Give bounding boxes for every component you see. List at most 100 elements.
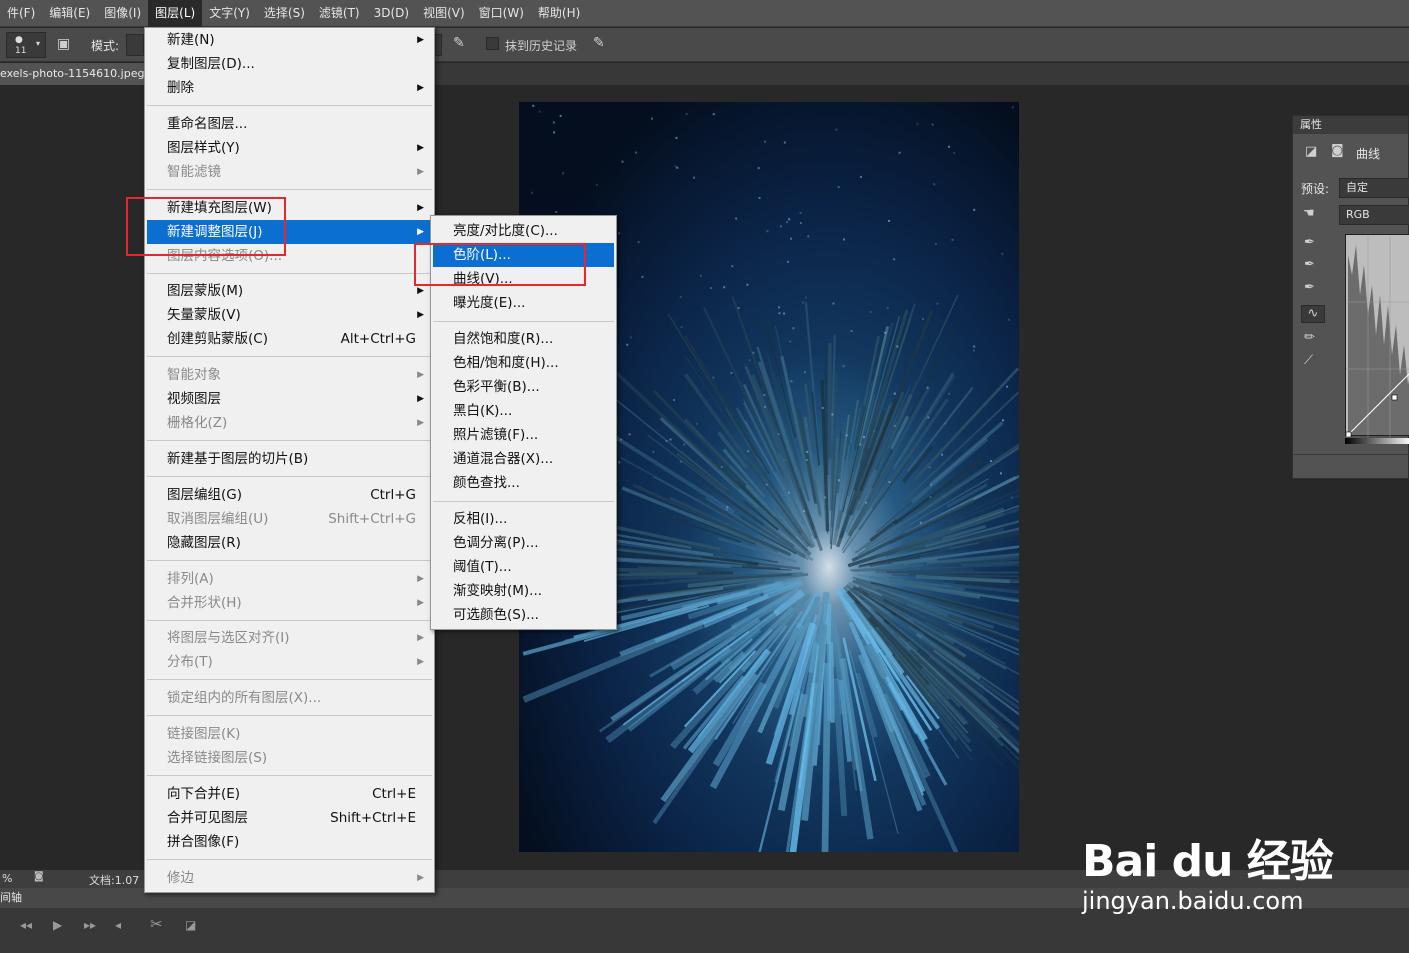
adjust-menu-item-7[interactable]: 色彩平衡(B)...	[433, 375, 614, 399]
image-speck	[931, 123, 934, 126]
menu-item-0[interactable]: 件(F)	[0, 0, 42, 27]
zoom-level[interactable]: %	[2, 872, 12, 885]
image-speck	[845, 434, 848, 437]
menu-item-8[interactable]: 视图(V)	[416, 0, 472, 27]
adjust-menu-item-10[interactable]: 通道混合器(X)...	[433, 447, 614, 471]
layer-menu-item-1[interactable]: 复制图层(D)...	[147, 52, 432, 76]
image-speck	[842, 238, 845, 241]
eyedropper-gray-icon[interactable]: ✒	[1304, 257, 1315, 272]
adjust-menu-item-17[interactable]: 可选颜色(S)...	[433, 603, 614, 627]
image-speck	[898, 151, 901, 154]
curves-graph[interactable]	[1345, 234, 1409, 438]
layer-menu-item-label: 取消图层编组(U)	[167, 510, 269, 527]
brush-preset-picker[interactable]: ● 11 ▾	[6, 32, 46, 58]
menu-item-2[interactable]: 图像(I)	[97, 0, 148, 27]
layer-menu-item-14[interactable]: 创建剪贴蒙版(C) Alt+Ctrl+G	[147, 327, 432, 351]
menu-separator	[147, 272, 432, 274]
mode-select[interactable]	[126, 34, 144, 56]
image-speck	[779, 225, 782, 228]
layer-menu-item-label: 排列(A)	[167, 570, 214, 587]
image-speck	[665, 439, 668, 442]
layer-menu-item-20[interactable]: 新建基于图层的切片(B)	[147, 447, 432, 471]
smooth-curve-icon[interactable]: ⟋	[1304, 353, 1313, 368]
layer-menu-item-27: 合并形状(H) ▶	[147, 591, 432, 615]
image-speck	[720, 465, 723, 468]
adjust-menu-item-3[interactable]: 曝光度(E)...	[433, 291, 614, 315]
adjust-menu-item-6[interactable]: 色相/饱和度(H)...	[433, 351, 614, 375]
layer-menu-item-24[interactable]: 隐藏图层(R)	[147, 531, 432, 555]
audio-icon[interactable]: ◂	[115, 918, 121, 932]
layer-menu-item-13[interactable]: 矢量蒙版(V) ▶	[147, 303, 432, 327]
layer-menu-item-17[interactable]: 视频图层 ▶	[147, 387, 432, 411]
pencil-tool-icon[interactable]: ✏	[1304, 330, 1315, 345]
image-speck	[629, 336, 632, 339]
mask-icon[interactable]: ◙	[1331, 143, 1344, 158]
history-checkbox[interactable]	[486, 37, 499, 50]
layer-menu-item-38[interactable]: 合并可见图层 Shift+Ctrl+E	[147, 806, 432, 830]
layer-menu-item-29: 将图层与选区对齐(I) ▶	[147, 626, 432, 650]
image-speck	[873, 430, 876, 433]
scissors-icon[interactable]: ✂	[150, 915, 163, 933]
image-speck	[746, 283, 749, 286]
menu-item-1[interactable]: 编辑(E)	[42, 0, 97, 27]
image-speck	[555, 210, 558, 213]
status-icon[interactable]: ◙	[34, 871, 44, 882]
layer-menu-item-34: 链接图层(K)	[147, 722, 432, 746]
adjust-menu-item-15[interactable]: 阈值(T)...	[433, 555, 614, 579]
menu-item-5[interactable]: 选择(S)	[257, 0, 312, 27]
image-speck	[778, 312, 781, 315]
transition-icon[interactable]: ◪	[185, 918, 196, 932]
document-tab[interactable]: exels-photo-1154610.jpeg	[0, 63, 145, 85]
image-speck	[786, 221, 789, 224]
adjust-menu-item-11[interactable]: 颜色查找...	[433, 471, 614, 495]
play-icon[interactable]: ▶	[53, 918, 62, 932]
menu-item-7[interactable]: 3D(D)	[367, 0, 416, 27]
menu-bar: 件(F) 编辑(E) 图像(I) 图层(L) 文字(Y) 选择(S) 滤镜(T) 3D(D) 视…	[0, 0, 1409, 27]
eyedropper-white-icon[interactable]: ✒	[1304, 280, 1315, 295]
image-speck	[538, 110, 541, 113]
adjust-menu-item-16[interactable]: 渐变映射(M)...	[433, 579, 614, 603]
timeline-title: 间轴	[0, 891, 22, 904]
hand-tool-icon[interactable]: ☚	[1303, 206, 1315, 221]
channel-select[interactable]: RGB	[1339, 205, 1409, 225]
menu-separator	[147, 715, 432, 717]
airbrush-icon[interactable]: ✎	[453, 35, 465, 51]
image-streak	[916, 574, 1010, 584]
layer-menu-item-2[interactable]: 删除 ▶	[147, 76, 432, 100]
pressure-icon[interactable]: ✎	[593, 35, 605, 51]
next-frame-icon[interactable]: ▸▸	[84, 918, 96, 932]
shortcut-label: Ctrl+G	[370, 486, 416, 503]
menu-item-3[interactable]: 图层(L)	[148, 0, 203, 27]
image-streak	[916, 474, 1019, 529]
layer-menu-item-22[interactable]: 图层编组(G) Ctrl+G	[147, 483, 432, 507]
curve-point-tool-icon[interactable]: ∿	[1301, 305, 1325, 323]
image-speck	[919, 521, 922, 524]
layer-menu-item-0[interactable]: 新建(N) ▶	[147, 28, 432, 52]
layer-menu-item-12[interactable]: 图层蒙版(M) ▶	[147, 279, 432, 303]
adjust-menu-item-label: 曝光度(E)...	[453, 295, 526, 311]
layer-menu-item-label: 向下合并(E)	[167, 785, 241, 802]
adjust-menu-item-8[interactable]: 黑白(K)...	[433, 399, 614, 423]
layer-menu-item-5[interactable]: 图层样式(Y) ▶	[147, 136, 432, 160]
layer-menu-item-37[interactable]: 向下合并(E) Ctrl+E	[147, 782, 432, 806]
adjust-menu-item-13[interactable]: 反相(I)...	[433, 507, 614, 531]
preset-select[interactable]: 自定	[1339, 178, 1409, 198]
menu-item-10[interactable]: 帮助(H)	[531, 0, 587, 27]
first-frame-icon[interactable]: ◂◂	[20, 918, 32, 932]
adjust-menu-item-0[interactable]: 亮度/对比度(C)...	[433, 219, 614, 243]
image-speck	[685, 113, 688, 116]
layer-menu-item-35: 选择链接图层(S)	[147, 746, 432, 770]
adjust-menu-item-14[interactable]: 色调分离(P)...	[433, 531, 614, 555]
layer-menu-item-4[interactable]: 重命名图层...	[147, 112, 432, 136]
eyedropper-black-icon[interactable]: ✒	[1304, 235, 1315, 250]
adjust-menu-item-9[interactable]: 照片滤镜(F)...	[433, 423, 614, 447]
menu-item-9[interactable]: 窗口(W)	[472, 0, 531, 27]
image-speck	[859, 443, 862, 446]
brush-panel-icon[interactable]: ▣	[57, 36, 70, 52]
layer-menu-item-39[interactable]: 拼合图像(F)	[147, 830, 432, 854]
adjust-menu-item-5[interactable]: 自然饱和度(R)...	[433, 327, 614, 351]
layer-menu-item-26: 排列(A) ▶	[147, 567, 432, 591]
image-speck	[626, 343, 629, 346]
menu-item-4[interactable]: 文字(Y)	[202, 0, 257, 27]
menu-item-6[interactable]: 滤镜(T)	[312, 0, 367, 27]
